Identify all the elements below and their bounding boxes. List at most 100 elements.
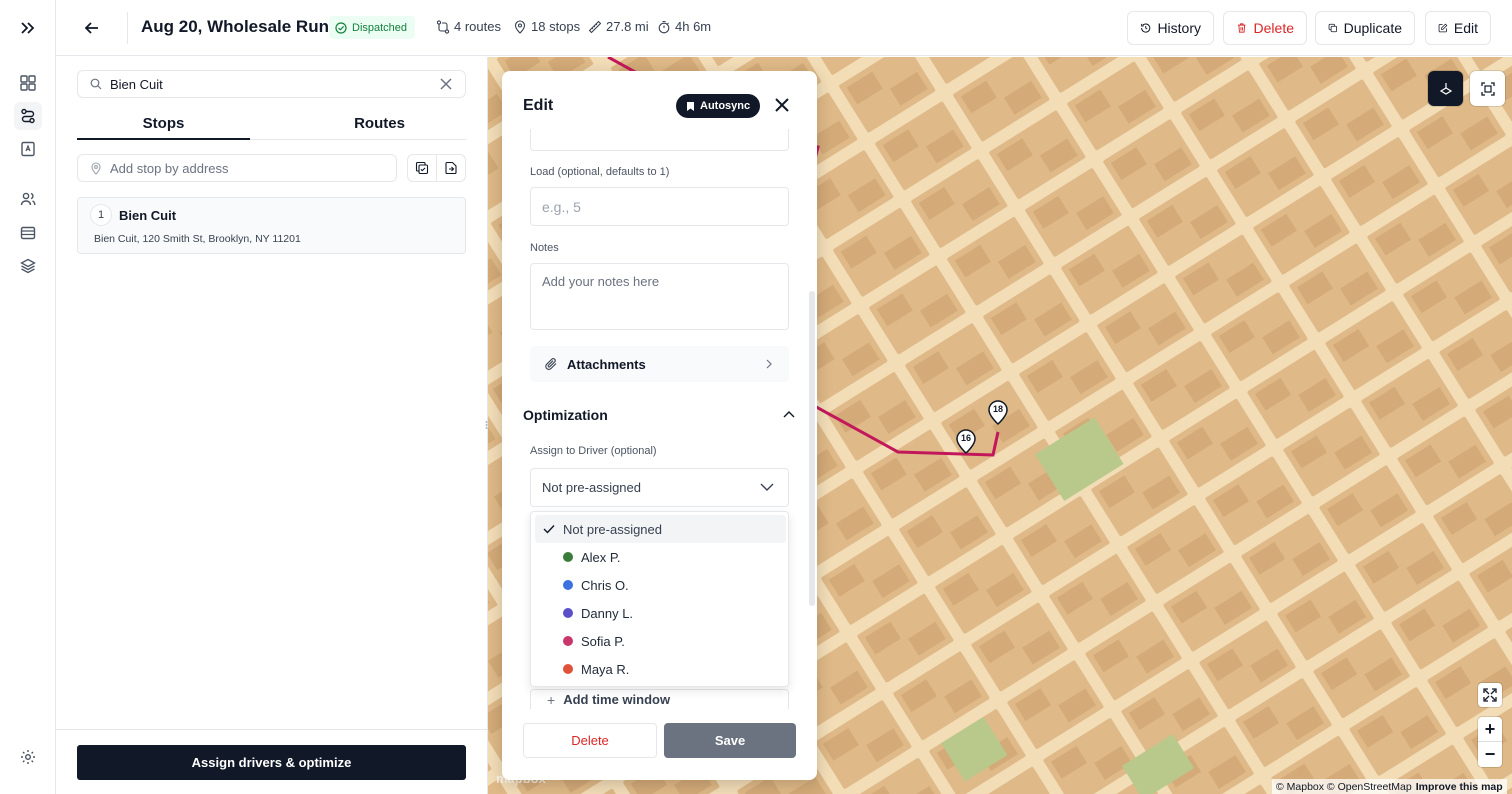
routes-icon[interactable] [14,102,42,130]
history-icon [1141,23,1151,33]
dropdown-option-not-pre-assigned[interactable]: Not pre-assigned [535,515,786,543]
stop-name: Bien Cuit [119,208,177,223]
edit-button-label: Edit [1453,20,1478,36]
route-count-label: 4 routes [454,19,501,34]
driver-color-dot [563,552,573,562]
map-attribution: © Mapbox © OpenStreetMap Improve this ma… [1272,779,1507,794]
duration: 4h 6m [657,19,711,34]
address-book-icon[interactable] [14,135,42,163]
list-item[interactable]: 1 Bien Cuit Bien Cuit, 120 Smith St, Bro… [77,197,466,254]
back-arrow-icon[interactable] [82,18,102,38]
close-icon[interactable] [774,97,790,113]
page-title: Aug 20, Wholesale Run [141,17,329,36]
distance-label: 27.8 mi [606,19,649,34]
import-stops-icon[interactable] [437,155,465,181]
depot-icon[interactable] [14,219,42,247]
delete-button-label: Delete [1253,20,1294,36]
chevron-up-icon[interactable] [783,410,795,418]
dropdown-option-label: Maya R. [581,661,630,677]
zoom-controls: + − [1478,717,1502,767]
dropdown-option-label: Danny L. [581,605,634,621]
assign-optimize-button[interactable]: Assign drivers & optimize [77,745,466,780]
previous-field-input[interactable] [530,129,789,151]
history-button-label: History [1157,20,1201,36]
search-value: Bien Cuit [110,76,163,92]
history-button[interactable]: History [1127,11,1214,45]
bookmark-icon [687,101,694,111]
zoom-in-button[interactable]: + [1478,717,1502,742]
active-tab-indicator [77,138,250,140]
left-rail [0,0,56,794]
dropdown-option-maya[interactable]: Maya R. [535,655,786,683]
attachments-label: Attachments [567,356,646,372]
dashboard-icon[interactable] [14,69,42,97]
driver-color-dot [563,608,573,618]
stops-panel: Bien Cuit Stops Routes Add stop by addre… [56,57,491,794]
stop-marker-16-label: 16 [960,433,971,443]
dropdown-option-label: Not pre-assigned [563,521,662,537]
dropdown-option-danny[interactable]: Danny L. [535,599,786,627]
copy-stops-icon[interactable] [408,155,437,181]
edit-button[interactable]: Edit [1425,11,1491,45]
clear-search-icon[interactable] [439,77,453,91]
optimization-heading[interactable]: Optimization [523,407,608,423]
stop-address: Bien Cuit, 120 Smith St, Brooklyn, NY 11… [94,233,301,245]
check-circle-icon [335,21,347,34]
tab-stops[interactable]: Stops [77,115,250,139]
improve-map-link[interactable]: Improve this map [1416,781,1503,793]
fit-bounds-icon[interactable] [1470,71,1505,106]
tab-divider [250,139,466,140]
stop-marker-16[interactable]: 16 [955,428,977,454]
paperclip-icon [545,358,557,370]
attachments-row[interactable]: Attachments [530,346,789,382]
expand-sidebar-icon[interactable] [14,14,42,42]
distance: 27.8 mi [588,19,649,34]
panel-scrollbar[interactable] [809,291,815,606]
ruler-icon [588,20,602,33]
style-toggle-icon[interactable] [1428,71,1463,106]
page-header: Aug 20, Wholesale Run Dispatched 4 route… [56,0,1512,56]
dropdown-option-chris[interactable]: Chris O. [535,571,786,599]
plus-icon: + [547,691,556,708]
stop-marker-18[interactable]: 18 [987,399,1009,425]
delete-button[interactable]: Delete [1223,11,1307,45]
save-button[interactable]: Save [664,723,796,758]
attribution-text[interactable]: © Mapbox © OpenStreetMap [1276,781,1412,793]
load-placeholder: e.g., 5 [542,199,581,215]
drivers-icon[interactable] [14,185,42,213]
driver-color-dot [563,664,573,674]
notes-textarea[interactable]: Add your notes here [530,263,789,330]
assign-driver-select[interactable]: Not pre-assigned [530,468,789,507]
chevron-right-icon [766,359,772,369]
load-input[interactable]: e.g., 5 [530,187,789,226]
notes-label: Notes [530,242,559,254]
layers-icon[interactable] [14,252,42,280]
route-count: 4 routes [436,19,501,34]
status-badge: Dispatched [329,16,416,39]
delete-stop-button[interactable]: Delete [523,723,657,758]
footer-divider [56,729,488,730]
add-time-window-button[interactable]: + Add time window [530,689,789,709]
dropdown-option-alex[interactable]: Alex P. [535,543,786,571]
check-icon [543,525,555,534]
zoom-out-button[interactable]: − [1478,742,1502,767]
copy-icon [1328,23,1337,33]
search-input[interactable]: Bien Cuit [77,70,466,98]
chevron-down-icon [760,483,774,491]
autosync-badge[interactable]: Autosync [676,94,761,118]
fullscreen-icon[interactable] [1478,683,1502,707]
load-label: Load (optional, defaults to 1) [530,166,670,178]
settings-icon[interactable] [14,743,42,771]
status-label: Dispatched [352,21,408,34]
dropdown-option-sofia[interactable]: Sofia P. [535,627,786,655]
dropdown-option-label: Sofia P. [581,633,625,649]
search-icon [90,78,102,90]
stop-count-label: 18 stops [531,19,581,34]
stopwatch-icon [658,20,670,33]
assign-driver-value: Not pre-assigned [542,480,641,495]
tab-routes[interactable]: Routes [293,115,466,139]
edit-panel-title: Edit [523,97,554,114]
duplicate-button[interactable]: Duplicate [1315,11,1415,45]
notes-placeholder: Add your notes here [542,274,660,289]
add-stop-input[interactable]: Add stop by address [77,154,397,182]
